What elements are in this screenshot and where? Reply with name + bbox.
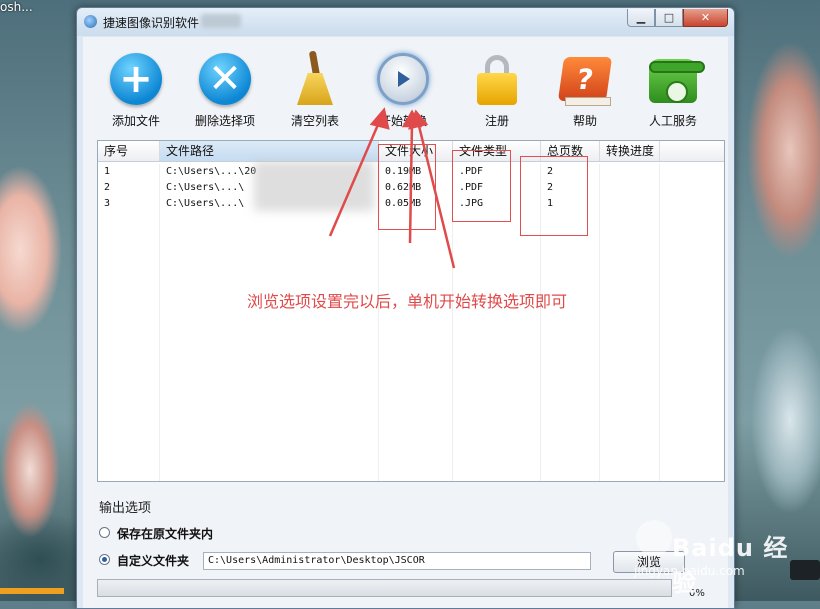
highlight-file-type — [452, 150, 511, 222]
annotation-text: 浏览选项设置完以后，单机开始转换选项即可 — [247, 292, 568, 311]
baidu-watermark: Baidu 经验 jingyan.baidu.com — [632, 514, 792, 597]
paw-icon — [636, 520, 672, 556]
arrow-1 — [328, 119, 382, 237]
taskbar-item[interactable] — [790, 560, 820, 580]
highlight-file-size — [378, 144, 436, 230]
taskbar-strip — [0, 588, 64, 594]
arrow-head-1 — [369, 107, 390, 130]
highlight-page-count — [520, 156, 588, 236]
watermark-url: jingyan.baidu.com — [634, 564, 745, 578]
watermark-text: Baidu 经验 — [672, 534, 789, 597]
